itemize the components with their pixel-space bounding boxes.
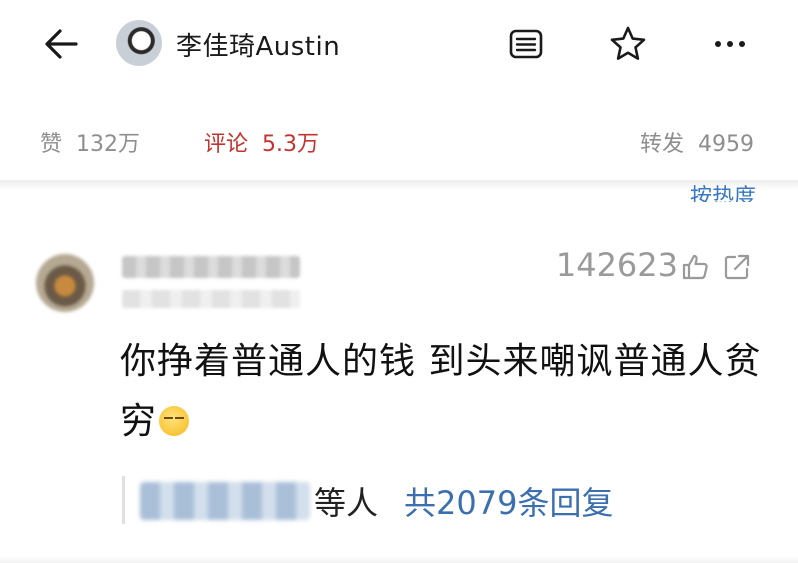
author-name[interactable]: 李佳琦Austin: [176, 26, 340, 63]
smirk-emoji-icon: [159, 406, 190, 436]
likes-value: 132万: [76, 132, 141, 157]
comment-meta-blurred: [122, 290, 300, 308]
likes-label: 赞: [40, 132, 63, 157]
more-icon[interactable]: [710, 24, 750, 64]
share-icon[interactable]: [722, 252, 752, 282]
commenter-avatar[interactable]: [36, 254, 94, 312]
star-icon[interactable]: [608, 24, 648, 64]
comment-text: 你挣着普通人的钱 到头来嘲讽普通人贫穷: [120, 341, 762, 442]
thumbs-up-icon[interactable]: [680, 252, 710, 282]
back-arrow-icon[interactable]: [40, 22, 84, 66]
reposts-value: 4959: [698, 132, 754, 157]
replier-names-blurred[interactable]: [140, 482, 310, 520]
top-navigation-bar: 李佳琦Austin: [0, 0, 798, 90]
bottom-divider: [0, 556, 798, 563]
tab-comments[interactable]: 评论 5.3万: [204, 126, 319, 158]
reply-suffix: 等人: [314, 484, 379, 522]
commenter-name-blurred[interactable]: [122, 256, 300, 278]
comment-like-count: 142623: [555, 246, 678, 284]
comments-label: 评论: [204, 132, 249, 157]
reposts-label: 转发: [639, 132, 684, 157]
tab-likes[interactable]: 赞 132万: [40, 126, 140, 158]
comment-text-block: 你挣着普通人的钱 到头来嘲讽普通人贫穷: [120, 332, 770, 452]
reply-count-link[interactable]: 共2079条回复: [404, 478, 613, 524]
reply-summary[interactable]: 等人 共2079条回复: [122, 472, 798, 528]
divider: [0, 180, 798, 190]
sort-toggle[interactable]: 按热度: [690, 172, 756, 202]
comments-value: 5.3万: [262, 132, 320, 157]
reader-icon[interactable]: [506, 24, 546, 64]
tab-reposts[interactable]: 转发 4959: [640, 126, 754, 158]
post-stats-bar: 赞 132万 评论 5.3万 转发 4959: [0, 118, 798, 162]
author-avatar[interactable]: [116, 20, 162, 66]
